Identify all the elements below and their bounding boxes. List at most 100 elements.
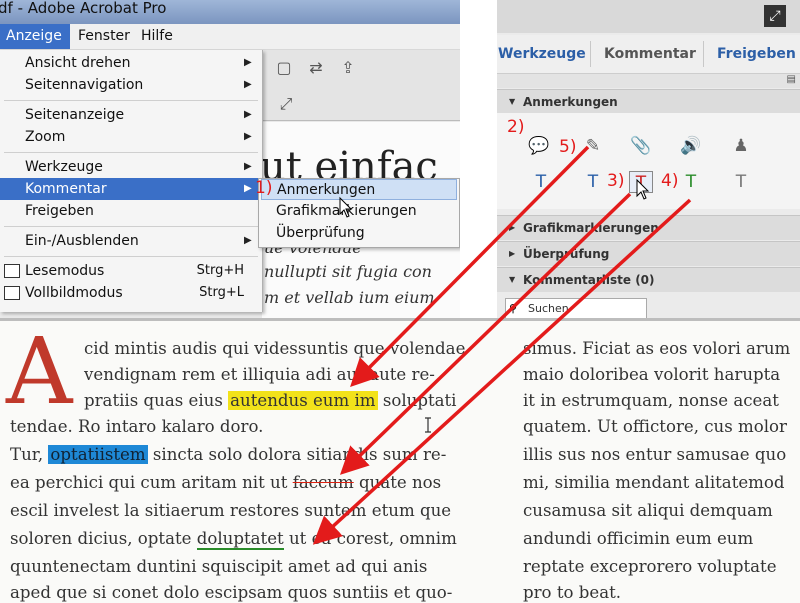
document-page: A cid mintis audis qui videssuntis que v… [0, 318, 800, 603]
section-kommentarliste[interactable]: ▼ Kommentarliste (0) [497, 267, 800, 292]
preview-line-2: nullupti sit fugia con [264, 262, 432, 281]
strikethrough-text[interactable]: faccum [293, 473, 354, 492]
submenu-arrow-icon: ▶ [244, 131, 252, 142]
menu-item-label: Freigeben [25, 203, 94, 219]
text-segment: Tur, [10, 445, 44, 464]
menu-item-ein-ausblenden[interactable]: Ein-/Ausblenden ▶ [0, 230, 262, 252]
section-grafikmarkierungen[interactable]: ▶ Grafikmarkierungen [497, 215, 800, 240]
text-segment: pratiis quas eius [84, 391, 223, 410]
submenu-arrow-icon: ▶ [244, 235, 252, 246]
text-line-underline: soloren dicius, optate doluptatet ut ea … [10, 529, 457, 550]
insert-text-icon[interactable]: T [529, 171, 553, 193]
menu-anzeige[interactable]: Anzeige [0, 24, 70, 49]
menu-item-werkzeuge[interactable]: Werkzeuge ▶ [0, 156, 262, 178]
menu-bar: Anzeige Fenster Hilfe [0, 24, 460, 50]
menu-item-seitenanzeige[interactable]: Seitenanzeige ▶ [0, 104, 262, 126]
menu-fenster[interactable]: Fenster [72, 24, 136, 49]
annotation-number-5: 5) [559, 137, 577, 157]
annotation-number-2: 2) [507, 117, 525, 137]
submenu-item-label: Überprüfung [276, 225, 365, 241]
acrobat-window: df - Adobe Acrobat Pro Anzeige Fenster H… [0, 0, 460, 318]
submenu-item-ueberpruefung[interactable]: Überprüfung [261, 223, 457, 244]
pane-tabs: Werkzeuge Kommentar Freigeben [497, 35, 800, 74]
toolbar: ▢ ⇄ ⇪ ⤢ [262, 50, 460, 121]
tab-kommentar[interactable]: Kommentar [604, 35, 696, 73]
tab-werkzeuge[interactable]: Werkzeuge [498, 35, 586, 73]
window-title: df - Adobe Acrobat Pro [0, 0, 167, 17]
highlight-text-icon[interactable]: ✎ [581, 135, 605, 157]
section-ueberpruefung[interactable]: ▶ Überprüfung [497, 241, 800, 266]
comment-search-input[interactable]: ⚲ Suchen [505, 298, 647, 318]
menu-separator [4, 226, 258, 227]
text-line: vendignam rem et illiquia adi aut aute r… [84, 365, 435, 384]
submenu-item-grafikmarkierungen[interactable]: Grafikmarkierungen [261, 201, 457, 222]
submenu-item-label: Anmerkungen [277, 182, 376, 198]
text-line-strike: ea perchici qui cum aritam nit ut faccum… [10, 473, 441, 492]
record-audio-icon[interactable]: 🔊 [679, 135, 703, 157]
page-extract-icon[interactable]: ⇪ [338, 58, 358, 78]
menu-item-kommentar[interactable]: Kommentar ▶ [0, 178, 262, 200]
anzeige-dropdown-menu: Ansicht drehen ▶ Seitennavigation ▶ Seit… [0, 50, 263, 312]
menu-item-label: Werkzeuge [25, 159, 103, 175]
add-note-to-text-icon[interactable]: T [729, 171, 753, 193]
text-segment: soluptati [382, 391, 457, 410]
expand-triangle-icon: ▶ [509, 249, 516, 258]
submenu-arrow-icon: ▶ [244, 109, 252, 120]
submenu-arrow-icon: ▶ [244, 57, 252, 68]
text-line: maio doloribea volorit harupta [523, 365, 781, 384]
text-line: quatem. Ut offictore, cus molor [523, 417, 787, 436]
text-line: aped que si conet dolo escipsam quos sun… [10, 583, 453, 602]
stamp-icon[interactable]: ♟ [729, 135, 753, 157]
page-delete-icon[interactable]: ▢ [274, 58, 294, 78]
fit-page-icon[interactable]: ⤢ [276, 94, 296, 114]
text-segment: quate nos [359, 473, 442, 492]
pane-options-icon[interactable]: ▤ [787, 74, 796, 85]
sticky-note-icon[interactable]: 💬 [527, 135, 551, 157]
attach-file-icon[interactable]: 📎 [629, 135, 653, 157]
text-line: mi, similia mendant alitatemod [523, 473, 785, 492]
menu-item-vollbildmodus[interactable]: Vollbildmodus Strg+L [0, 282, 262, 304]
menu-item-lesemodus[interactable]: Lesemodus Strg+H [0, 260, 262, 282]
text-line: cusamusa sit aliqui demquam [523, 501, 773, 520]
text-line: andundi officimin eum eum [523, 529, 754, 548]
tab-divider [590, 41, 591, 67]
tab-divider [703, 41, 704, 67]
menu-separator [4, 100, 258, 101]
underlined-text[interactable]: doluptatet [196, 529, 284, 550]
menu-item-freigeben[interactable]: Freigeben [0, 200, 262, 222]
submenu-arrow-icon: ▶ [244, 79, 252, 90]
menu-item-zoom[interactable]: Zoom ▶ [0, 126, 262, 148]
text-line: pro to beat. [523, 583, 622, 602]
yellow-highlight-text[interactable]: autendus eum im [228, 391, 378, 410]
menu-item-ansicht-drehen[interactable]: Ansicht drehen ▶ [0, 52, 262, 74]
tab-freigeben[interactable]: Freigeben [717, 35, 796, 73]
text-line: cid mintis audis qui videssuntis que vol… [84, 339, 466, 358]
menu-item-label: Ein-/Ausblenden [25, 233, 139, 249]
page-replace-icon[interactable]: ⇄ [306, 58, 326, 78]
text-segment: soloren dicius, optate [10, 529, 192, 548]
text-line: tendae. Ro intaro kalaro doro. [10, 417, 264, 436]
submenu-item-anmerkungen[interactable]: Anmerkungen [261, 179, 457, 200]
submenu-arrow-icon: ▶ [244, 161, 252, 172]
fullscreen-icon [4, 286, 20, 300]
expand-triangle-icon: ▶ [509, 223, 516, 232]
section-title: Grafikmarkierungen [523, 221, 659, 235]
menu-separator [4, 256, 258, 257]
menu-item-seitennavigation[interactable]: Seitennavigation ▶ [0, 74, 262, 96]
menu-item-label: Zoom [25, 129, 66, 145]
pane-top-bar: ⤢ [497, 0, 800, 33]
underline-text-icon[interactable]: T [679, 171, 703, 193]
menu-item-label: Seitenanzeige [25, 107, 125, 123]
menu-separator [4, 152, 258, 153]
menu-hilfe[interactable]: Hilfe [135, 24, 179, 49]
strikethrough-icon[interactable]: T [629, 171, 653, 193]
section-anmerkungen[interactable]: ▼ Anmerkungen [497, 89, 800, 114]
reading-mode-icon [4, 264, 20, 278]
text-segment: ut ea corest, omnim [288, 529, 457, 548]
text-segment: ea perchici qui cum aritam nit ut [10, 473, 288, 492]
expand-icon[interactable]: ⤢ [764, 5, 786, 27]
replace-text-icon[interactable]: T [581, 171, 605, 193]
blue-selected-text[interactable]: optatiistem [48, 445, 148, 464]
search-placeholder: Suchen [528, 302, 569, 315]
section-title: Anmerkungen [523, 95, 618, 109]
